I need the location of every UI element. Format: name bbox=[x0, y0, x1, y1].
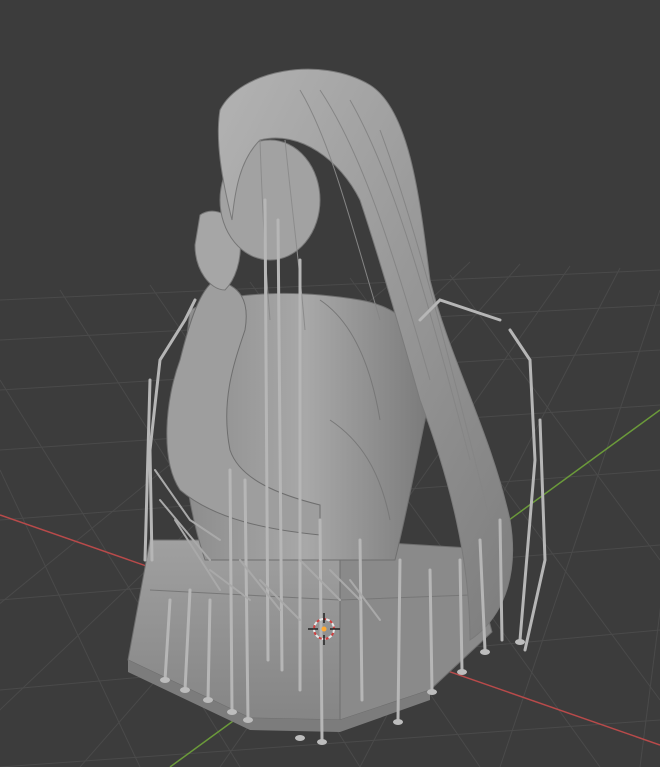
3d-viewport[interactable] bbox=[0, 0, 660, 767]
viewport-canvas[interactable] bbox=[0, 0, 660, 767]
